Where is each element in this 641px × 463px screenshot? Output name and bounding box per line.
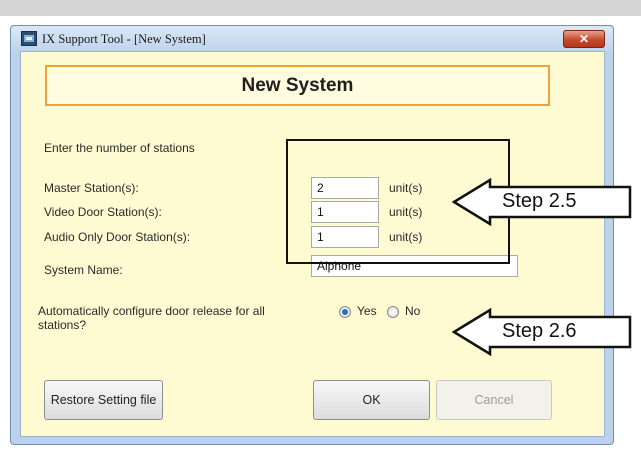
app-icon [21, 31, 37, 46]
no-radio[interactable] [387, 306, 399, 318]
header-box: New System [45, 65, 550, 106]
step-2-5-label: Step 2.5 [502, 190, 577, 212]
step-2-6-label: Step 2.6 [502, 320, 577, 342]
title-bar: IX Support Tool - [New System] ✕ [11, 26, 613, 51]
yes-radio[interactable] [339, 306, 351, 318]
intro-text: Enter the number of stations [44, 141, 195, 155]
door-release-question-cont: stations? [38, 318, 87, 332]
audio-door-label: Audio Only Door Station(s): [44, 230, 191, 244]
master-station-label: Master Station(s): [44, 181, 139, 195]
close-icon[interactable]: ✕ [563, 30, 605, 48]
window-title: IX Support Tool - [New System] [42, 32, 206, 46]
ok-button[interactable]: OK [313, 380, 430, 420]
system-name-label: System Name: [44, 263, 123, 277]
page-title: New System [241, 75, 354, 96]
top-band [0, 0, 641, 16]
video-door-label: Video Door Station(s): [44, 205, 162, 219]
door-release-question: Automatically configure door release for… [38, 304, 265, 318]
no-label[interactable]: No [405, 304, 420, 318]
restore-setting-button[interactable]: Restore Setting file [44, 380, 163, 420]
cancel-button[interactable]: Cancel [436, 380, 552, 420]
yes-label[interactable]: Yes [357, 304, 377, 318]
